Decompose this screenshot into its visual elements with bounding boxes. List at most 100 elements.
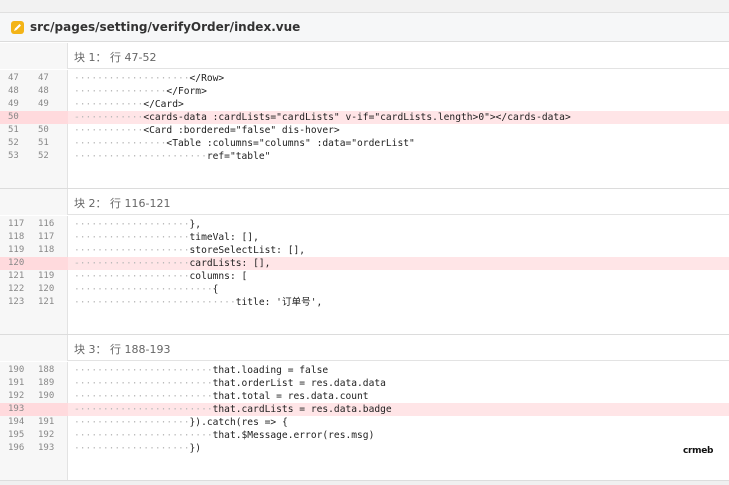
- gutter-cell: 51 50: [0, 124, 68, 137]
- old-line-number: 47: [8, 73, 19, 83]
- indent-guide: ····················: [74, 443, 190, 454]
- new-line-number: 191: [38, 417, 55, 427]
- code-line: ············</Card>: [74, 98, 184, 111]
- deleted-line: 120 -···················cardLists: [],: [0, 257, 729, 270]
- indent-guide: ························: [74, 378, 213, 389]
- old-line-number: 123: [8, 297, 25, 307]
- code-text: columns: [: [189, 271, 248, 282]
- gutter-cell: 119 118: [0, 244, 68, 257]
- new-line-number: 188: [38, 365, 55, 375]
- gutter-cell: 193: [0, 403, 68, 416]
- indent-guide: ············: [74, 125, 144, 136]
- code-text: </Form>: [166, 86, 207, 97]
- code-line: -···········<cards-data :cardLists="card…: [74, 111, 571, 124]
- old-line-number: 52: [8, 138, 19, 148]
- code-text: </Card>: [143, 99, 184, 110]
- old-line-number: 53: [8, 151, 19, 161]
- context-line: 52 51 ················<Table :columns="col…: [0, 137, 729, 150]
- context-line: 117 116 ····················},: [0, 218, 729, 231]
- code-line: ····················timeVal: [],: [74, 231, 259, 244]
- context-line: 195 192 ························that.$Mess…: [0, 429, 729, 442]
- file-path[interactable]: src/pages/setting/verifyOrder/index.vue: [30, 20, 300, 34]
- new-line-number: 189: [38, 378, 55, 388]
- code-line: ············<Card :bordered="false" dis-…: [74, 124, 340, 137]
- code-text: <Table :columns="columns" :data="orderLi…: [166, 138, 415, 149]
- block-header: 块 1： 行 47-52: [0, 43, 729, 69]
- new-line-number: 119: [38, 271, 55, 281]
- gutter-cell: 52 51: [0, 137, 68, 150]
- old-line-number: 190: [8, 365, 25, 375]
- code-text: that.$Message.error(res.msg): [212, 430, 375, 441]
- code-line: ····························title: '订单号'…: [74, 296, 322, 309]
- top-strip: [0, 0, 729, 12]
- code-line: ················</Form>: [74, 85, 207, 98]
- gutter-cell: 48 48: [0, 85, 68, 98]
- context-line: 119 118 ····················storeSelectLis…: [0, 244, 729, 257]
- code-line: ····················columns: [: [74, 270, 247, 283]
- code-line: ····················},: [74, 218, 201, 231]
- code-text: that.orderList = res.data.data: [212, 378, 386, 389]
- code-text: that.total = res.data.count: [212, 391, 369, 402]
- old-line-number: 194: [8, 417, 25, 427]
- block-header: 块 2： 行 116-121: [0, 189, 729, 215]
- old-line-number: 50: [8, 112, 19, 122]
- indent-guide: ························: [74, 365, 213, 376]
- code-line: ················<Table :columns="columns…: [74, 137, 415, 150]
- old-line-number: 122: [8, 284, 25, 294]
- code-line: ························that.orderList =…: [74, 377, 386, 390]
- new-line-number: 52: [38, 151, 49, 161]
- gutter-cell: 192 190: [0, 390, 68, 403]
- code-text: </Row>: [189, 73, 225, 84]
- code-line: -·······················that.cardLists =…: [74, 403, 392, 416]
- indent-guide: ················: [74, 138, 167, 149]
- gutter-cell: 196 193: [0, 442, 68, 455]
- indent-guide: ····················: [74, 245, 190, 256]
- context-line: 121 119 ····················columns: [: [0, 270, 729, 283]
- context-line: 51 50 ············<Card :bordered="false" …: [0, 124, 729, 137]
- indent-guide: -···················: [74, 258, 190, 269]
- indent-guide: ················: [74, 86, 167, 97]
- code-line: -···················cardLists: [],: [74, 257, 270, 270]
- code-line: ························that.total = res…: [74, 390, 369, 403]
- code-text: cardLists: [],: [189, 258, 271, 269]
- context-line: 191 189 ························that.order…: [0, 377, 729, 390]
- gutter-cell: 195 192: [0, 429, 68, 442]
- file-header[interactable]: src/pages/setting/verifyOrder/index.vue: [0, 12, 729, 42]
- block-title: 块 1： 行 47-52: [74, 51, 157, 64]
- code-area: 47 47 ····················</Row> 48 48 ······…: [0, 70, 729, 189]
- block-header-gutter: [0, 43, 68, 69]
- new-line-number: 121: [38, 297, 55, 307]
- code-text: timeVal: [],: [189, 232, 259, 243]
- code-line: ····················}): [74, 442, 201, 455]
- code-area: 117 116 ····················}, 118 117 ······…: [0, 216, 729, 335]
- new-line-number: 117: [38, 232, 55, 242]
- indent-guide: -···········: [74, 112, 144, 123]
- gutter-cell: 47 47: [0, 72, 68, 85]
- old-line-number: 195: [8, 430, 25, 440]
- deleted-line: 193 -·······················that.cardList…: [0, 403, 729, 416]
- code-line: ····················}).catch(res => {: [74, 416, 288, 429]
- old-line-number: 120: [8, 258, 25, 268]
- gutter-cell: 191 189: [0, 377, 68, 390]
- new-line-number: 192: [38, 430, 55, 440]
- code-line: ························{: [74, 283, 218, 296]
- gutter-cell: 53 52: [0, 150, 68, 163]
- new-line-number: 47: [38, 73, 49, 83]
- bottom-scrollbar[interactable]: [0, 480, 729, 485]
- old-line-number: 48: [8, 86, 19, 96]
- indent-guide: ············: [74, 99, 144, 110]
- indent-guide: ························: [74, 284, 213, 295]
- gutter-cell: 121 119: [0, 270, 68, 283]
- indent-guide: ····················: [74, 232, 190, 243]
- indent-guide: -·······················: [74, 404, 213, 415]
- new-line-number: 116: [38, 219, 55, 229]
- indent-guide: ····················: [74, 73, 190, 84]
- code-line: ························that.loading = f…: [74, 364, 328, 377]
- context-line: 118 117 ····················timeVal: [],: [0, 231, 729, 244]
- new-line-number: 51: [38, 138, 49, 148]
- old-line-number: 191: [8, 378, 25, 388]
- new-line-number: 193: [38, 443, 55, 453]
- old-line-number: 192: [8, 391, 25, 401]
- context-line: 122 120 ························{: [0, 283, 729, 296]
- gutter-cell: 117 116: [0, 218, 68, 231]
